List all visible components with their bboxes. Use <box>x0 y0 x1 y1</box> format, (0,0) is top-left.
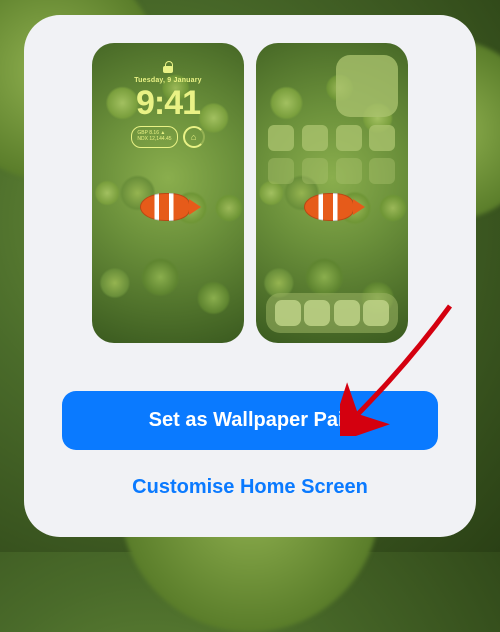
activity-widget: ⌂ <box>183 126 205 148</box>
wallpaper-previews: Tuesday, 9 January 9:41 GBP 8.16 ▲ NDX 1… <box>92 43 408 343</box>
lockscreen-time: 9:41 <box>92 86 244 120</box>
homescreen-preview <box>256 43 408 343</box>
dock-icon-placeholder <box>304 300 330 326</box>
app-icon-placeholder <box>268 125 294 151</box>
lockscreen-date: Tuesday, 9 January <box>92 77 244 84</box>
app-icon-placeholder <box>336 158 362 184</box>
app-icon-placeholder <box>268 158 294 184</box>
home-widget-placeholder <box>336 55 398 117</box>
lockscreen-preview: Tuesday, 9 January 9:41 GBP 8.16 ▲ NDX 1… <box>92 43 244 343</box>
dock-icon-placeholder <box>275 300 301 326</box>
dock-icon-placeholder <box>334 300 360 326</box>
app-icon-placeholder <box>369 158 395 184</box>
lock-icon <box>163 61 173 73</box>
app-icon-grid <box>266 125 398 184</box>
wallpaper-set-modal: Tuesday, 9 January 9:41 GBP 8.16 ▲ NDX 1… <box>24 15 476 537</box>
customise-home-screen-button[interactable]: Customise Home Screen <box>132 476 368 499</box>
app-icon-placeholder <box>369 125 395 151</box>
app-icon-placeholder <box>302 158 328 184</box>
stock-widget: GBP 8.16 ▲ NDX 12,144.45 <box>131 126 177 148</box>
app-icon-placeholder <box>302 125 328 151</box>
dock-icon-placeholder <box>363 300 389 326</box>
set-wallpaper-pair-button[interactable]: Set as Wallpaper Pair <box>62 391 438 450</box>
dock <box>266 293 398 333</box>
app-icon-placeholder <box>336 125 362 151</box>
